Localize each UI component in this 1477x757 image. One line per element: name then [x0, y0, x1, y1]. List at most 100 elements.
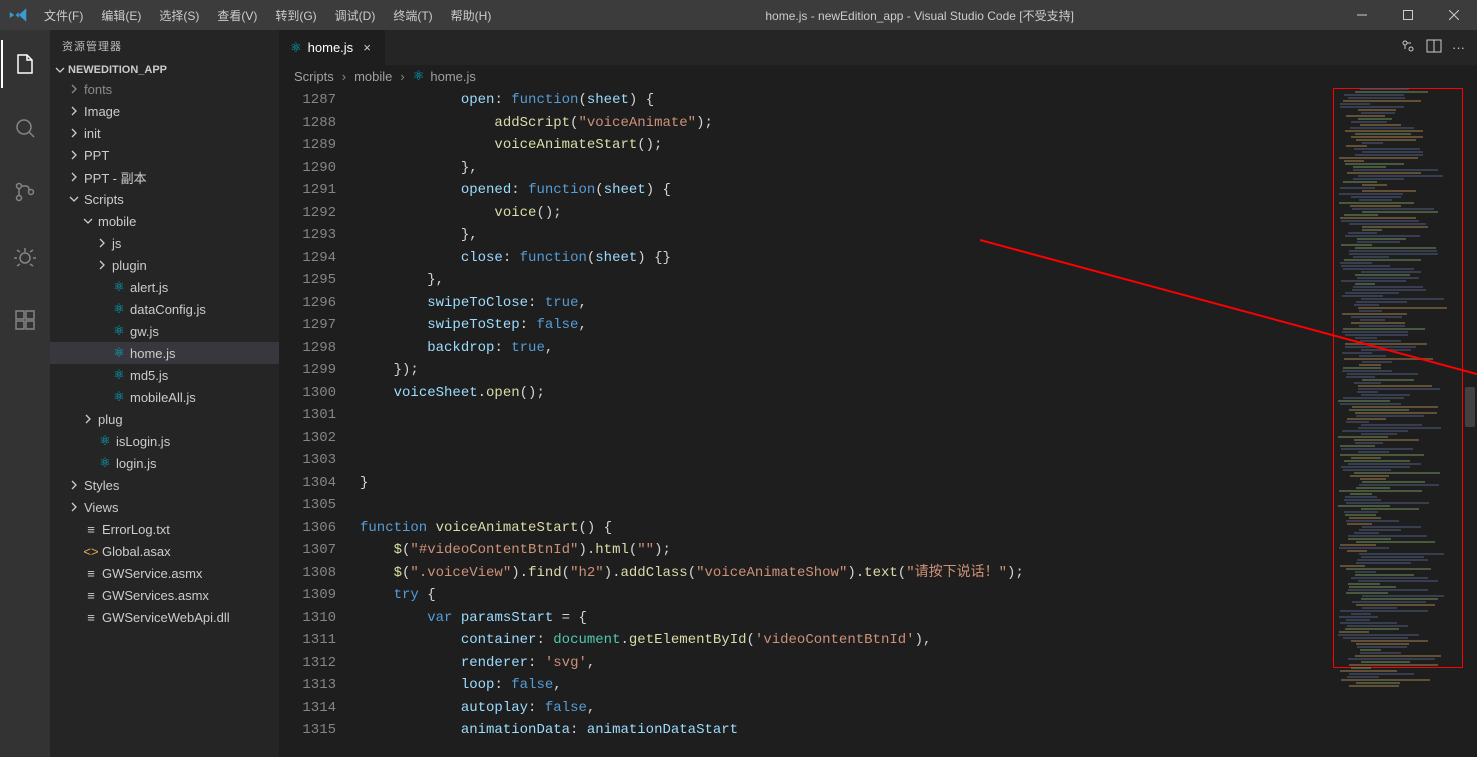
twisty-icon — [66, 479, 82, 491]
tree-label: fonts — [82, 82, 112, 97]
menu-item[interactable]: 转到(G) — [266, 2, 325, 29]
tree-label: Styles — [82, 478, 119, 493]
menu-item[interactable]: 选择(S) — [150, 2, 208, 29]
tree-folder[interactable]: init — [50, 122, 279, 144]
window-title: home.js - newEdition_app - Visual Studio… — [500, 7, 1339, 24]
tree-folder[interactable]: Styles — [50, 474, 279, 496]
chevron-down-icon — [54, 64, 68, 76]
explorer-icon[interactable] — [1, 40, 49, 88]
tree-file[interactable]: ⚛login.js — [50, 452, 279, 474]
tree-label: GWService.asmx — [100, 566, 202, 581]
source-control-icon[interactable] — [1, 168, 49, 216]
breadcrumb-item[interactable]: Scripts — [294, 69, 334, 84]
tree-label: Image — [82, 104, 120, 119]
tree-label: GWServices.asmx — [100, 588, 209, 603]
tree-label: alert.js — [128, 280, 168, 295]
tree-folder[interactable]: plug — [50, 408, 279, 430]
twisty-icon — [66, 149, 82, 161]
window-controls — [1339, 0, 1477, 30]
chevron-right-icon: › — [338, 69, 350, 84]
editor-tabs: ⚛ home.js × ··· — [280, 30, 1477, 65]
sidebar-root-label: NEWEDITION_APP — [68, 64, 167, 76]
tree-label: gw.js — [128, 324, 159, 339]
tree-file[interactable]: ≡GWService.asmx — [50, 562, 279, 584]
scrollbar-thumb[interactable] — [1465, 387, 1475, 427]
tree-label: PPT — [82, 148, 109, 163]
tree-folder[interactable]: Views — [50, 496, 279, 518]
menu-item[interactable]: 帮助(H) — [442, 2, 501, 29]
menu-item[interactable]: 终端(T) — [384, 2, 441, 29]
vertical-scrollbar[interactable] — [1463, 87, 1477, 757]
twisty-icon — [66, 501, 82, 513]
menu-item[interactable]: 查看(V) — [208, 2, 266, 29]
tree-label: plugin — [110, 258, 147, 273]
breadcrumb-item[interactable]: home.js — [430, 69, 476, 84]
close-button[interactable] — [1431, 0, 1477, 30]
tree-label: js — [110, 236, 121, 251]
twisty-icon — [94, 237, 110, 249]
tree-label: GWServiceWebApi.dll — [100, 610, 230, 625]
tree-file[interactable]: ⚛home.js — [50, 342, 279, 364]
editor-area: ⚛ home.js × ··· Scripts › mobile › ⚛ hom… — [280, 30, 1477, 757]
close-tab-icon[interactable]: × — [359, 40, 375, 55]
tree-folder[interactable]: PPT - 副本 — [50, 166, 279, 188]
compare-icon[interactable] — [1400, 38, 1416, 57]
sidebar-root[interactable]: NEWEDITION_APP — [50, 62, 279, 78]
more-icon[interactable]: ··· — [1452, 40, 1465, 55]
tree-folder[interactable]: plugin — [50, 254, 279, 276]
file-icon: ≡ — [82, 610, 100, 625]
minimize-button[interactable] — [1339, 0, 1385, 30]
chevron-right-icon: › — [396, 69, 408, 84]
twisty-icon — [94, 259, 110, 271]
breadcrumbs[interactable]: Scripts › mobile › ⚛ home.js — [280, 65, 1477, 87]
file-icon: ≡ — [82, 566, 100, 581]
tab-home-js[interactable]: ⚛ home.js × — [280, 30, 386, 65]
line-gutter: 1287 1288 1289 1290 1291 1292 1293 1294 … — [280, 87, 352, 757]
tree-file[interactable]: ⚛gw.js — [50, 320, 279, 342]
sidebar-title: 资源管理器 — [50, 30, 279, 62]
tree-label: mobile — [96, 214, 136, 229]
titlebar: 文件(F)编辑(E)选择(S)查看(V)转到(G)调试(D)终端(T)帮助(H)… — [0, 0, 1477, 30]
tree-file[interactable]: ⚛mobileAll.js — [50, 386, 279, 408]
tree-folder[interactable]: PPT — [50, 144, 279, 166]
tree-file[interactable]: ≡GWServiceWebApi.dll — [50, 606, 279, 628]
react-icon: ⚛ — [110, 389, 128, 405]
tree-label: ErrorLog.txt — [100, 522, 170, 537]
split-editor-icon[interactable] — [1426, 38, 1442, 57]
tree-label: md5.js — [128, 368, 168, 383]
react-icon: ⚛ — [110, 279, 128, 295]
tree-folder[interactable]: js — [50, 232, 279, 254]
twisty-icon — [66, 83, 82, 95]
twisty-icon — [66, 127, 82, 139]
maximize-button[interactable] — [1385, 0, 1431, 30]
tree-file[interactable]: ⚛alert.js — [50, 276, 279, 298]
search-icon[interactable] — [1, 104, 49, 152]
react-icon: ⚛ — [110, 301, 128, 317]
menu-item[interactable]: 编辑(E) — [92, 2, 150, 29]
tree-label: plug — [96, 412, 123, 427]
tree-folder[interactable]: Image — [50, 100, 279, 122]
editor-body[interactable]: 1287 1288 1289 1290 1291 1292 1293 1294 … — [280, 87, 1477, 757]
tree-file[interactable]: ⚛md5.js — [50, 364, 279, 386]
extensions-icon[interactable] — [1, 296, 49, 344]
tree-file[interactable]: ⚛dataConfig.js — [50, 298, 279, 320]
tree-file[interactable]: ⚛isLogin.js — [50, 430, 279, 452]
tree-file[interactable]: <>Global.asax — [50, 540, 279, 562]
react-icon: ⚛ — [110, 367, 128, 383]
react-icon: ⚛ — [110, 323, 128, 339]
menu-item[interactable]: 调试(D) — [326, 2, 385, 29]
tree-file[interactable]: ≡GWServices.asmx — [50, 584, 279, 606]
breadcrumb-item[interactable]: mobile — [354, 69, 392, 84]
tree-label: isLogin.js — [114, 434, 170, 449]
minimap[interactable] — [1333, 88, 1463, 748]
react-icon: ⚛ — [110, 345, 128, 361]
tree-folder[interactable]: fonts — [50, 78, 279, 100]
tree-folder[interactable]: mobile — [50, 210, 279, 232]
tree-folder[interactable]: Scripts — [50, 188, 279, 210]
tree-label: login.js — [114, 456, 156, 471]
code-content[interactable]: open: function(sheet) { addScript("voice… — [352, 87, 1477, 757]
menu-item[interactable]: 文件(F) — [35, 2, 92, 29]
menu-bar: 文件(F)编辑(E)选择(S)查看(V)转到(G)调试(D)终端(T)帮助(H) — [35, 2, 500, 29]
tree-file[interactable]: ≡ErrorLog.txt — [50, 518, 279, 540]
debug-icon[interactable] — [1, 232, 49, 280]
